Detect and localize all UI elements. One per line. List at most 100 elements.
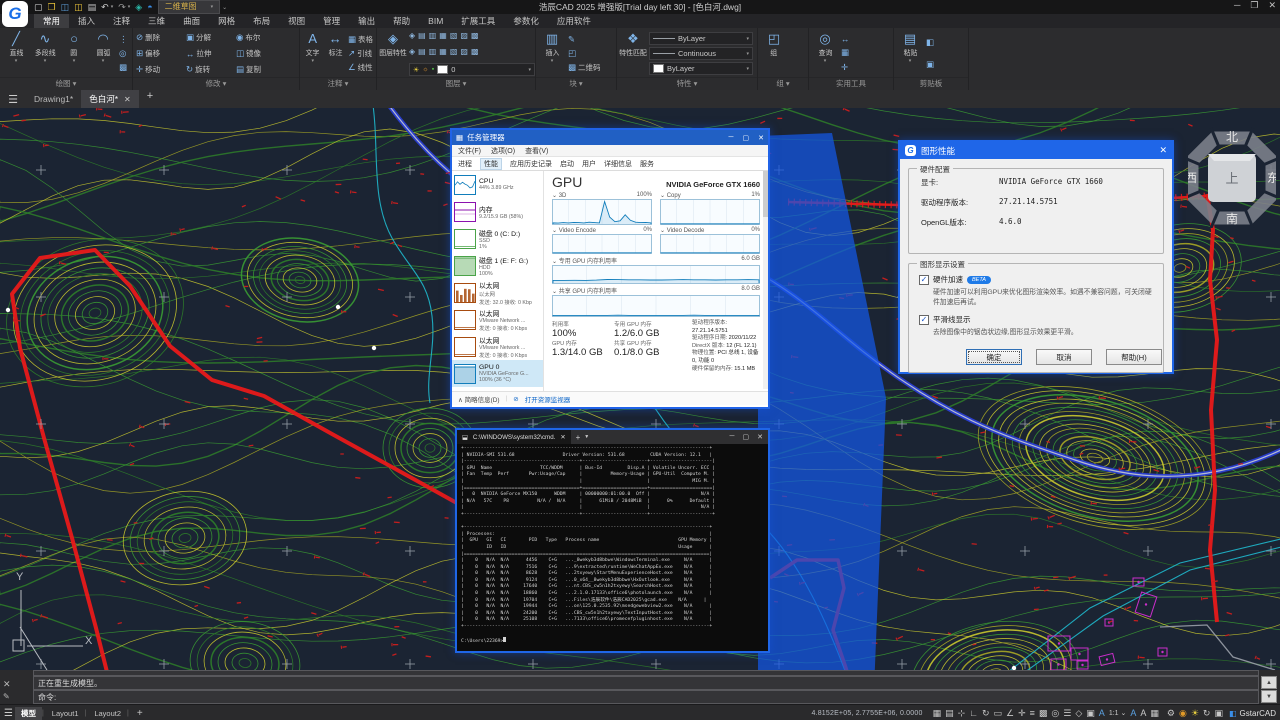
print-icon[interactable]: ▤ [88,2,97,12]
menu-tab-曲面[interactable]: 曲面 [174,14,209,28]
tm-tab-用户[interactable]: 用户 [582,159,596,169]
property-dropdown[interactable]: ByLayer▾ [649,32,753,45]
open-folder-icon[interactable]: ❒ [48,2,56,12]
tab-close-icon[interactable]: ✕ [560,434,565,441]
tab-dropdown-icon[interactable]: ▼ [584,434,589,440]
layout-tab-Layout1[interactable]: Layout1 [46,708,85,719]
ribbon-button-直线[interactable]: ╱直线▾ [3,30,29,77]
dynamic-input-icon[interactable]: ⊹ [958,708,966,718]
menu-tab-应用软件[interactable]: 应用软件 [548,14,600,28]
tm-sidebar-以太网[interactable]: 以太网VMware Network ...发送: 0 接收: 0 Kbps [452,333,543,360]
ribbon-button-标注[interactable]: ↔标注 [325,30,344,77]
ribbon-button-复制[interactable]: ▤复制 [236,64,284,75]
layout-tab-模型[interactable]: 模型 [15,707,42,720]
workspace-grid-icon[interactable]: ▦ [1150,708,1159,718]
ribbon-panel-label-组[interactable]: 组 ▾ [758,77,808,89]
menu-tab-常用[interactable]: 常用 [34,14,69,28]
menu-tab-参数化[interactable]: 参数化 [504,14,548,28]
ribbon-button-粘贴[interactable]: ▤粘贴▾ [897,30,923,77]
dialog-button-确定[interactable]: 确定 [966,349,1022,365]
view-cube[interactable]: 北 南 西 东 上 [1188,116,1276,228]
undo-icon[interactable]: ↶ [101,2,109,12]
tm-scrollbar[interactable] [763,171,768,389]
tm-menu-查看(V)[interactable]: 查看(V) [525,146,548,156]
menu-tab-插入[interactable]: 插入 [69,14,104,28]
ribbon-panel-label-绘图[interactable]: 绘图 ▾ [0,77,132,89]
selection-cycling-icon[interactable]: ◎ [1051,708,1059,718]
layer-tool-icon[interactable]: ▨ [460,31,468,40]
ribbon-panel-label-注释[interactable]: 注释 ▾ [300,77,376,89]
menu-tab-三维[interactable]: 三维 [139,14,174,28]
smooth-line-checkbox[interactable]: ✓ [919,315,929,325]
ribbon-panel-label-特性[interactable]: 特性 ▾ [617,77,757,89]
close-icon[interactable]: ✕ [1268,0,1276,11]
ribbon-button-圆弧[interactable]: ◠圆弧▾ [90,30,116,77]
clean-screen-icon[interactable]: ▣ [1214,708,1223,718]
tm-tab-性能[interactable]: 性能 [480,158,502,170]
menu-tab-网格[interactable]: 网格 [209,14,244,28]
command-scroll-up[interactable]: ▲ [1261,676,1277,689]
ribbon-panel-label-剪贴板[interactable]: 剪贴板 [894,77,968,89]
ribbon-button-引线[interactable]: ↗引线 [348,48,373,59]
viewcube-west-label[interactable]: 西 [1188,171,1197,185]
viewcube-north-label[interactable]: 北 [1226,130,1238,144]
layer-tool-icon[interactable]: ▨ [460,47,468,56]
layer-tool-icon[interactable]: ◈ [409,31,415,40]
dialog-title-bar[interactable]: G 图形性能 ✕ [900,142,1172,159]
ribbon-button-tool[interactable]: ◰ [568,48,601,59]
tm-sidebar-CPU[interactable]: CPU44% 3.89 GHz [452,171,543,198]
menu-tab-帮助[interactable]: 帮助 [384,14,419,28]
dialog-close-icon[interactable]: ✕ [1159,145,1167,156]
grid-display-icon[interactable]: ▦ [933,708,942,718]
title-bar[interactable]: ▢❒◫◫▤↶▾↷▾◈◓二维草图▾⌄ 浩辰CAD 2025 增强版[Trial d… [0,0,1280,14]
ribbon-panel-label-块[interactable]: 块 ▾ [536,77,616,89]
layout-menu-icon[interactable]: ☰ [4,708,13,719]
property-dropdown[interactable]: ByLayer▾ [649,62,753,75]
layer-tool-icon[interactable]: ▩ [471,31,479,40]
viewcube-east-label[interactable]: 东 [1267,171,1276,185]
menu-tab-管理[interactable]: 管理 [314,14,349,28]
ribbon-button-tool[interactable]: ▩ [119,62,128,73]
snap-tracking-icon[interactable]: ✛ [1018,708,1026,718]
viewcube-top-label[interactable]: 上 [1225,171,1238,186]
dialog-button-取消[interactable]: 取消 [1036,349,1092,365]
ribbon-button-移动[interactable]: ✛移动 [136,64,184,75]
ribbon-button-多段线[interactable]: ∿多段线▾ [32,30,58,77]
transparency-icon[interactable]: ▩ [1039,708,1048,718]
tm-less-details[interactable]: ∧ 简略信息(D) [458,394,500,404]
ribbon-button-tool[interactable]: ▦ [841,47,850,58]
layer-tool-icon[interactable]: ▦ [439,47,447,56]
ribbon-button-组[interactable]: ◰组 [761,30,787,77]
tm-menu-选项(O)[interactable]: 选项(O) [491,146,515,156]
object-snap-icon[interactable]: ∠ [1006,708,1014,718]
annotation-scale-chip[interactable]: 1:1 ⌄ [1109,709,1127,717]
snap-mode-icon[interactable]: ▤ [945,708,954,718]
ribbon-button-tool[interactable]: ◎ [119,48,128,59]
tm-sidebar-内存[interactable]: 内存9.2/15.9 GB (58%) [452,198,543,225]
ribbon-button-特性匹配[interactable]: ❖特性匹配 [620,30,646,77]
menu-tab-扩展工具[interactable]: 扩展工具 [452,14,504,28]
tm-minimize-icon[interactable]: ─ [729,134,734,142]
drawing-tab-menu-icon[interactable]: ☰ [0,93,26,106]
ribbon-button-二维码[interactable]: ▩二维码 [568,62,601,73]
drawing-tab-色白河*[interactable]: 色白河*✕ [81,90,139,108]
hardware-accel-bulb-icon[interactable]: ☀ [1191,708,1199,718]
dialog-button-帮助(H)[interactable]: 帮助(H) [1106,349,1162,365]
ribbon-button-拉伸[interactable]: ↔拉伸 [186,48,234,59]
drawing-tab-Drawing1*[interactable]: Drawing1* [26,90,81,108]
restore-icon[interactable]: ❐ [1250,0,1258,11]
new-drawing-tab-icon[interactable]: + [147,90,153,108]
polar-tracking-icon[interactable]: ↻ [982,708,990,718]
dropdown-caret-icon[interactable]: ▾ [128,4,131,10]
cw-minimize-icon[interactable]: ─ [730,433,735,441]
layer-tool-icon[interactable]: ▦ [439,31,447,40]
layout-tab-Layout2[interactable]: Layout2 [88,708,127,719]
ribbon-button-tool[interactable]: ◧ [926,37,934,48]
command-scroll-down[interactable]: ▼ [1261,690,1277,703]
layer-tool-icon[interactable]: ▤ [418,31,426,40]
layer-tool-icon[interactable]: ▩ [471,47,479,56]
save-as-icon[interactable]: ◫ [74,2,83,12]
tm-tab-详细信息[interactable]: 详细信息 [604,159,632,169]
ribbon-button-表格[interactable]: ▦表格 [348,34,373,45]
hardware-accel-checkbox[interactable]: ✓ [919,275,929,285]
